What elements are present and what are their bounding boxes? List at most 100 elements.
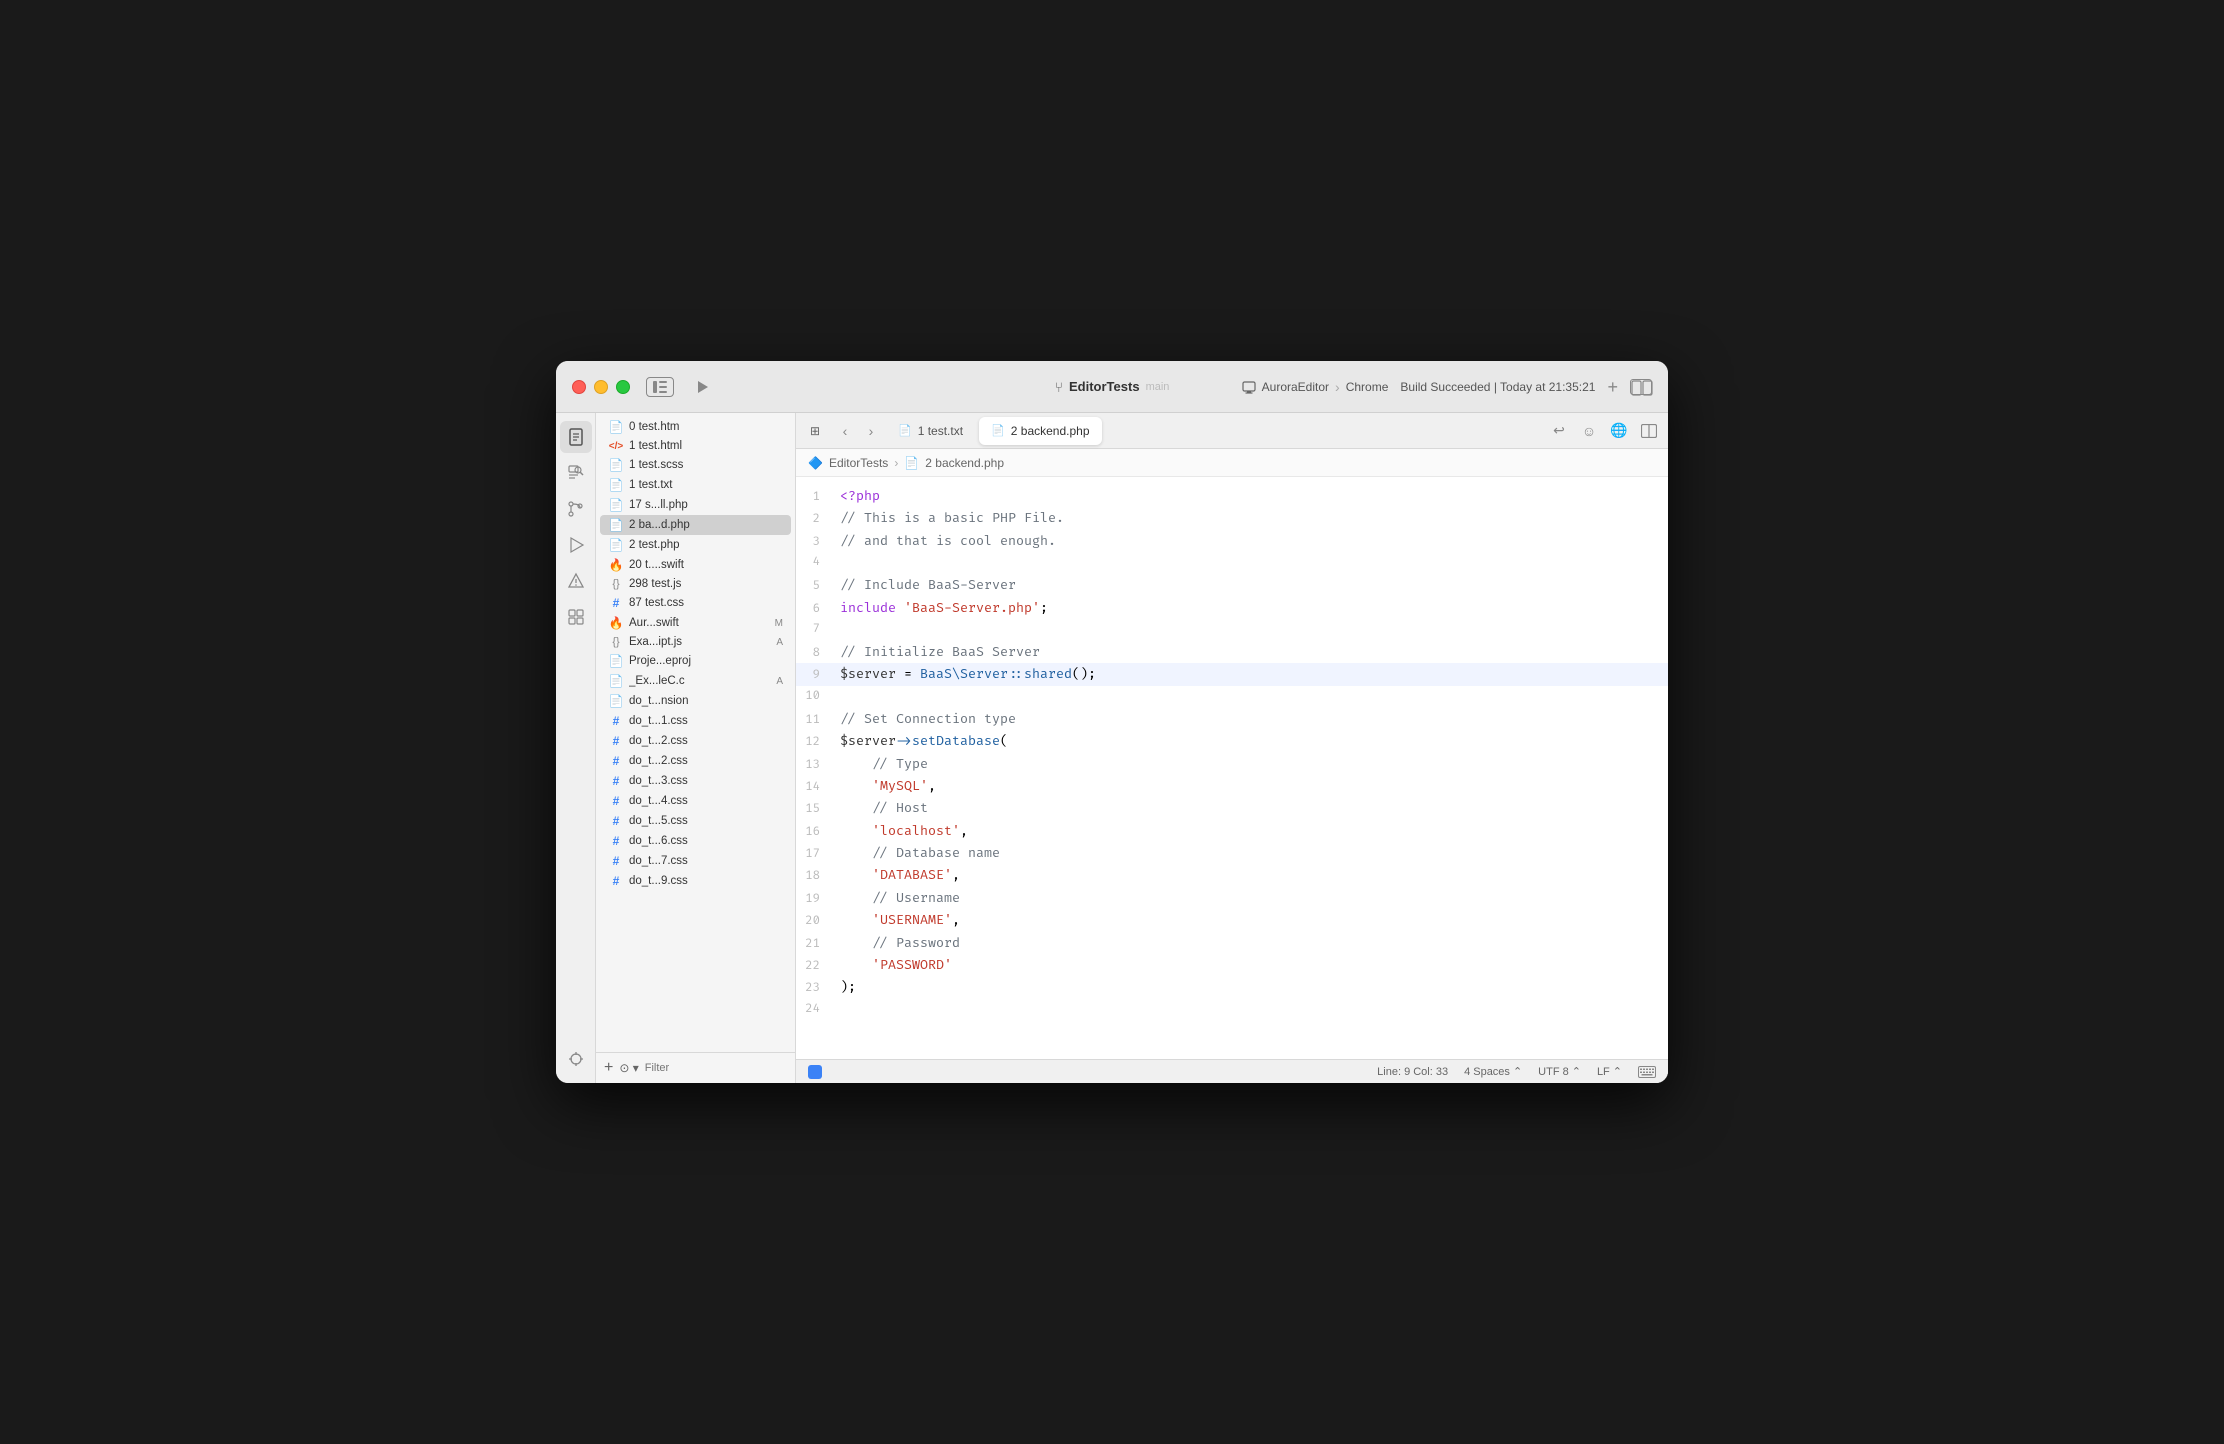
sidebar-item[interactable]: # do_t...6.css — [600, 831, 791, 851]
line-num: 5 — [796, 576, 836, 596]
tab-1[interactable]: 📄 1 test.txt — [886, 417, 975, 445]
tab-2[interactable]: 📄 2 backend.php — [979, 417, 1101, 445]
sidebar-item[interactable]: # 87 test.css — [600, 593, 791, 613]
file-name: do_t...9.css — [629, 875, 783, 887]
sidebar-item[interactable]: </> 1 test.html — [600, 437, 791, 455]
file-icon: 🔥 — [608, 558, 624, 572]
breadcrumb-project[interactable]: EditorTests — [829, 456, 888, 470]
file-icon: # — [608, 596, 624, 610]
code-line-22: 22 'PASSWORD' — [796, 954, 1668, 976]
sidebar-item[interactable]: # do_t...1.css — [600, 711, 791, 731]
sidebar-item[interactable]: 📄 Proje...eproj — [600, 651, 791, 671]
add-file-button[interactable]: + — [604, 1059, 613, 1077]
cursor-position[interactable]: Line: 9 Col: 33 — [1377, 1066, 1448, 1078]
minimize-button[interactable] — [594, 380, 608, 394]
sidebar-item[interactable]: 🔥 Aur...swift M — [600, 613, 791, 633]
sidebar-item[interactable]: # do_t...3.css — [600, 771, 791, 791]
code-line-10: 10 — [796, 686, 1668, 708]
file-name: do_t...4.css — [629, 795, 783, 807]
indent-setting[interactable]: 4 Spaces ⌃ — [1464, 1065, 1522, 1078]
sidebar-item[interactable]: {} 298 test.js — [600, 575, 791, 593]
sidebar-item[interactable]: 📄 0 test.htm — [600, 417, 791, 437]
spaces-chevron: ⌃ — [1513, 1065, 1522, 1078]
line-ending-chevron: ⌃ — [1613, 1065, 1622, 1078]
code-line-20: 20 'USERNAME', — [796, 909, 1668, 931]
sidebar-item[interactable]: # do_t...2.css — [600, 731, 791, 751]
line-num: 12 — [796, 732, 836, 752]
sidebar-item[interactable]: 📄 17 s...ll.php — [600, 495, 791, 515]
file-icon: 🔥 — [608, 616, 624, 630]
sidebar-item[interactable]: # do_t...9.css — [600, 871, 791, 891]
file-icon: </> — [608, 441, 624, 452]
sidebar-item[interactable]: # do_t...7.css — [600, 851, 791, 871]
sidebar-item[interactable]: # do_t...2.css — [600, 751, 791, 771]
build-time-text: Today at 21:35:21 — [1500, 380, 1595, 394]
activity-search-icon[interactable] — [560, 457, 592, 489]
activity-debug-icon[interactable] — [560, 1043, 592, 1075]
activity-git-icon[interactable] — [560, 493, 592, 525]
code-line-17: 17 // Database name — [796, 842, 1668, 864]
file-name: do_t...1.css — [629, 715, 783, 727]
activity-files-icon[interactable] — [560, 421, 592, 453]
encoding-setting[interactable]: UTF 8 ⌃ — [1538, 1065, 1581, 1078]
activity-extensions-icon[interactable] — [560, 601, 592, 633]
line-num: 22 — [796, 956, 836, 976]
line-content: // Host — [836, 797, 928, 819]
sidebar-item-active[interactable]: 📄 2 ba...d.php — [600, 515, 791, 535]
line-num: 9 — [796, 665, 836, 685]
line-content: include 'BaaS-Server.php'; — [836, 597, 1048, 619]
sidebar-toggle-button[interactable] — [646, 377, 674, 397]
file-list: 📄 0 test.htm </> 1 test.html 📄 1 test.sc… — [596, 413, 795, 1052]
sidebar-item[interactable]: 📄 2 test.php — [600, 535, 791, 555]
add-tab-button[interactable]: + — [1607, 378, 1618, 396]
keyboard-icon[interactable] — [1638, 1066, 1656, 1078]
file-name: do_t...6.css — [629, 835, 783, 847]
layout-toggle-button[interactable] — [1630, 379, 1652, 395]
spaces-label: 4 Spaces — [1464, 1066, 1510, 1078]
tab-grid-button[interactable]: ⊞ — [804, 420, 826, 442]
maximize-button[interactable] — [616, 380, 630, 394]
globe-button[interactable]: 🌐 — [1608, 420, 1630, 442]
sidebar-item[interactable]: 📄 do_t...nsion — [600, 691, 791, 711]
sidebar-item[interactable]: {} Exa...ipt.js A — [600, 633, 791, 651]
file-name: do_t...7.css — [629, 855, 783, 867]
scheme-selector[interactable]: AuroraEditor › Chrome — [1242, 379, 1389, 395]
sidebar-item[interactable]: 📄 1 test.txt — [600, 475, 791, 495]
file-icon: 📄 — [608, 654, 624, 668]
source-control-icon[interactable]: ⊙ ▾ — [619, 1061, 638, 1075]
sidebar-item[interactable]: 📄 1 test.scss — [600, 455, 791, 475]
split-editor-button[interactable] — [1638, 420, 1660, 442]
tab-next-button[interactable]: › — [860, 420, 882, 442]
sidebar-item[interactable]: # do_t...5.css — [600, 811, 791, 831]
code-line-14: 14 'MySQL', — [796, 775, 1668, 797]
run-button[interactable] — [690, 375, 714, 399]
activity-warning-icon[interactable] — [560, 565, 592, 597]
tab-prev-button[interactable]: ‹ — [834, 420, 856, 442]
traffic-lights — [572, 380, 630, 394]
code-line-12: 12 $server->setDatabase( — [796, 730, 1668, 752]
undo-button[interactable]: ↩ — [1548, 420, 1570, 442]
sidebar-item[interactable]: 🔥 20 t....swift — [600, 555, 791, 575]
line-ending-setting[interactable]: LF ⌃ — [1597, 1065, 1622, 1078]
filter-input[interactable] — [645, 1062, 787, 1074]
build-status-label: Build Succeeded | Today at 21:35:21 — [1400, 380, 1595, 394]
branch-icon: ⑂ — [1055, 379, 1063, 395]
file-badge: A — [776, 637, 783, 648]
code-editor[interactable]: 1 <?php 2 // This is a basic PHP File. 3… — [796, 477, 1668, 1059]
breadcrumb-file[interactable]: 2 backend.php — [925, 456, 1004, 470]
activity-run-icon[interactable] — [560, 529, 592, 561]
sidebar-item[interactable]: 📄 _Ex...leC.c A — [600, 671, 791, 691]
emoji-button[interactable]: ☺ — [1578, 420, 1600, 442]
sidebar-item[interactable]: # do_t...4.css — [600, 791, 791, 811]
line-content: // Set Connection type — [836, 708, 1016, 730]
file-name: 20 t....swift — [629, 559, 783, 571]
line-content: <?php — [836, 485, 880, 507]
line-num: 1 — [796, 487, 836, 507]
sidebar-bottom: + ⊙ ▾ — [596, 1052, 795, 1083]
file-badge: M — [775, 618, 783, 629]
line-content: 'MySQL', — [836, 775, 936, 797]
close-button[interactable] — [572, 380, 586, 394]
code-line-23: 23 ); — [796, 976, 1668, 998]
titlebar-center: ⑂ EditorTests main — [1055, 379, 1170, 395]
file-icon: # — [608, 734, 624, 748]
